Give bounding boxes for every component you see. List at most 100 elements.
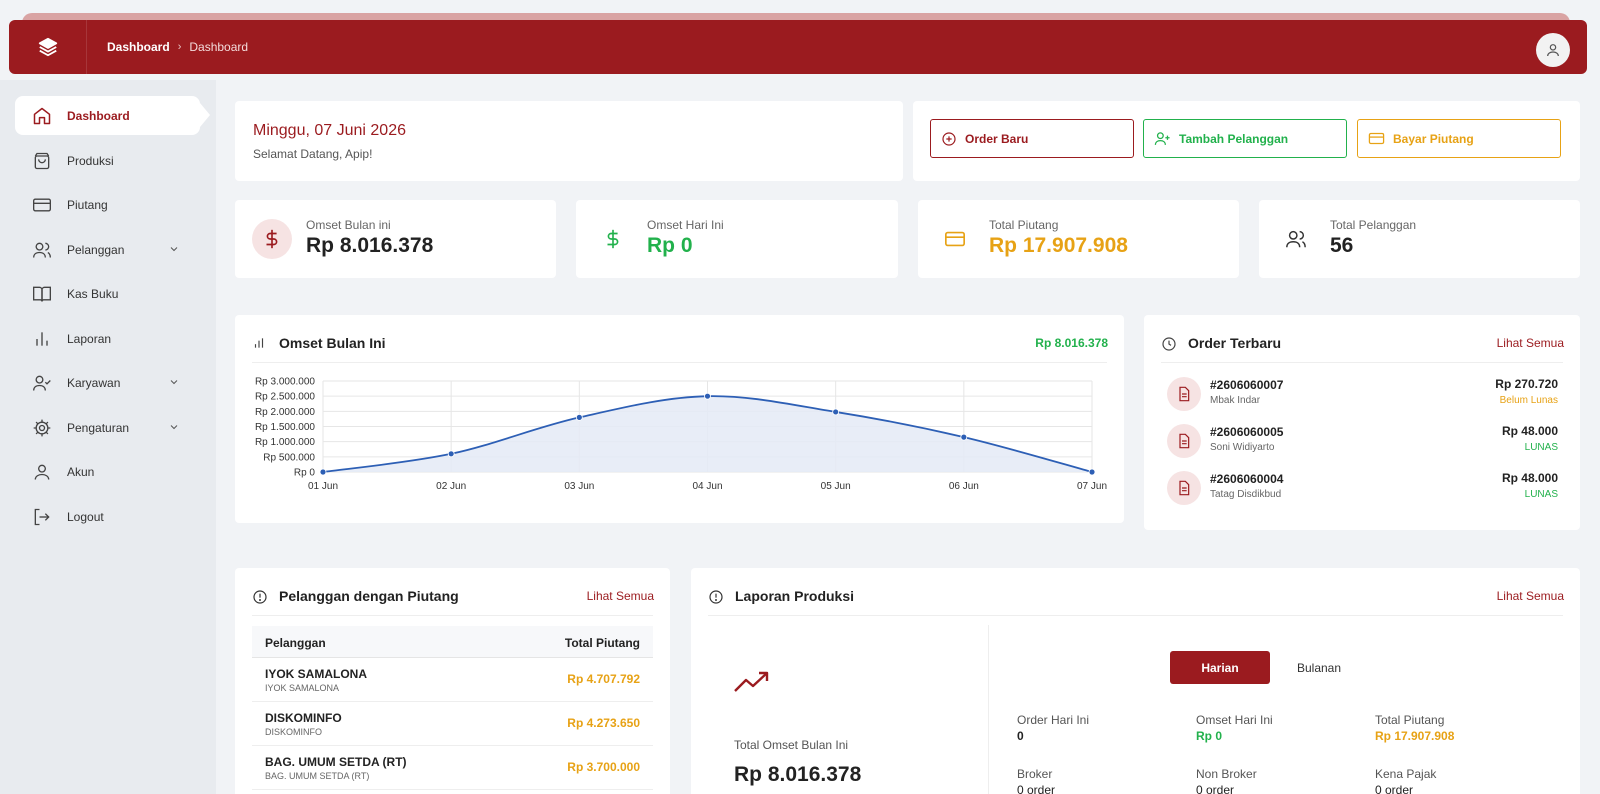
document-icon xyxy=(1167,424,1201,458)
chevron-down-icon[interactable] xyxy=(168,243,180,255)
current-date: Minggu, 07 Juni 2026 xyxy=(253,122,406,139)
data-point xyxy=(704,392,711,400)
stat-value: Rp 8.016.378 xyxy=(306,234,434,257)
debtors-view-all-link[interactable]: Lihat Semua xyxy=(587,589,654,603)
clock-icon xyxy=(1162,337,1176,351)
user-avatar[interactable] xyxy=(1536,33,1570,67)
x-tick-label: 01 Jun xyxy=(308,481,338,492)
customer-sub: DISKOMINFO xyxy=(265,727,323,737)
book-open-icon xyxy=(31,283,53,305)
divider xyxy=(708,615,1563,616)
quick-actions-card: Order Baru Tambah Pelanggan Bayar Piutan… xyxy=(913,101,1580,181)
sidebar-item-karyawan[interactable]: Karyawan xyxy=(15,363,200,402)
y-tick-label: Rp 0 xyxy=(294,468,316,479)
sidebar-item-label: Dashboard xyxy=(67,108,130,123)
sidebar-item-laporan[interactable]: Laporan xyxy=(15,319,200,358)
breadcrumb-current: Dashboard xyxy=(189,40,249,54)
bayar-piutang-button[interactable]: Bayar Piutang xyxy=(1357,119,1561,158)
sidebar-item-label: Produksi xyxy=(67,153,114,168)
omset-chart-card: Omset Bulan Ini Rp 8.016.378 Rp 3.000.00… xyxy=(235,315,1124,523)
sidebar-item-produksi[interactable]: Produksi xyxy=(15,141,200,180)
sidebar-item-label: Piutang xyxy=(67,197,108,212)
alert-circle-icon xyxy=(253,590,267,604)
chevron-down-icon[interactable] xyxy=(168,421,180,433)
order-id: #2606060005 xyxy=(1210,425,1284,439)
chevron-right-icon: › xyxy=(177,41,182,53)
layers-logo-icon[interactable] xyxy=(9,20,87,74)
tab-harian[interactable]: Harian xyxy=(1170,651,1270,684)
order-customer: Soni Widiyarto xyxy=(1210,442,1275,453)
production-view-all-link[interactable]: Lihat Semua xyxy=(1497,589,1564,603)
sidebar-item-label: Akun xyxy=(67,464,95,479)
sidebar-item-akun[interactable]: Akun xyxy=(15,452,200,491)
divider xyxy=(252,615,653,616)
top-navbar: Dashboard › Dashboard xyxy=(9,20,1587,74)
data-point xyxy=(1088,468,1096,476)
sidebar-item-label: Laporan xyxy=(67,331,112,346)
x-tick-label: 05 Jun xyxy=(821,481,851,492)
table-row[interactable]: DISKOMINFO DISKOMINFO Rp 4.273.650 xyxy=(252,702,653,746)
table-row[interactable]: BAG. UMUM SETDA (RT) BAG. UMUM SETDA (RT… xyxy=(252,746,653,790)
stat-card-omset-hari: Omset Hari Ini Rp 0 xyxy=(576,200,898,278)
order-baru-label: Order Baru xyxy=(965,131,1029,146)
tambah-pelanggan-button[interactable]: Tambah Pelanggan xyxy=(1143,119,1347,158)
stat-value: Rp 17.907.908 xyxy=(989,234,1128,257)
stat-label: Total Pelanggan xyxy=(1330,218,1417,232)
dollar-icon xyxy=(593,219,633,259)
alert-circle-icon xyxy=(709,590,723,604)
order-item[interactable]: #2606060005 Soni Widiyarto Rp 48.000 LUN… xyxy=(1167,422,1558,462)
sidebar-item-pengaturan[interactable]: Pengaturan xyxy=(15,408,200,447)
order-status: Belum Lunas xyxy=(1499,395,1558,406)
sidebar-item-label: Pelanggan xyxy=(67,242,125,257)
order-baru-button[interactable]: Order Baru xyxy=(930,119,1134,158)
dollar-icon xyxy=(252,219,292,259)
sidebar-item-pelanggan[interactable]: Pelanggan xyxy=(15,230,200,269)
welcome-message: Selamat Datang, Apip! xyxy=(253,147,373,161)
customer-name: DISKOMINFO xyxy=(265,711,342,725)
y-tick-label: Rp 1.000.000 xyxy=(255,437,315,448)
sidebar-item-logout[interactable]: Logout xyxy=(15,497,200,536)
sidebar-item-label: Kas Buku xyxy=(67,286,119,301)
y-tick-label: Rp 1.500.000 xyxy=(255,422,315,433)
stat-card-total-pelanggan: Total Pelanggan 56 xyxy=(1259,200,1580,278)
tab-bulanan[interactable]: Bulanan xyxy=(1274,651,1364,684)
order-item[interactable]: #2606060007 Mbak Indar Rp 270.720 Belum … xyxy=(1167,375,1558,415)
chevron-down-icon[interactable] xyxy=(168,376,180,388)
metric-label: Total Piutang xyxy=(1375,713,1445,727)
divider xyxy=(252,362,1107,363)
plus-circle-icon xyxy=(941,131,957,147)
sidebar-item-label: Karyawan xyxy=(67,375,121,390)
breadcrumb-root[interactable]: Dashboard xyxy=(107,40,170,54)
customer-sub: IYOK SAMALONA xyxy=(265,683,340,693)
orders-view-all-link[interactable]: Lihat Semua xyxy=(1497,336,1564,350)
stat-value: 56 xyxy=(1330,234,1354,257)
metric-label: Omset Hari Ini xyxy=(1196,713,1273,727)
data-point xyxy=(575,414,583,421)
total-omset-label: Total Omset Bulan Ini xyxy=(734,738,849,752)
home-icon xyxy=(31,105,53,127)
sidebar-item-kas-buku[interactable]: Kas Buku xyxy=(15,274,200,313)
order-id: #2606060004 xyxy=(1210,472,1284,486)
order-amount: Rp 48.000 xyxy=(1501,471,1558,485)
metric-value: 0 order xyxy=(1017,783,1056,794)
order-id: #2606060007 xyxy=(1210,378,1284,392)
sidebar-item-label: Pengaturan xyxy=(67,420,130,435)
credit-card-icon xyxy=(31,194,53,216)
metric-value: 0 order xyxy=(1375,783,1414,794)
debt-amount: Rp 4.273.650 xyxy=(567,716,640,730)
sidebar-item-piutang[interactable]: Piutang xyxy=(15,185,200,224)
order-amount: Rp 270.720 xyxy=(1495,377,1558,391)
bar-chart-icon xyxy=(254,338,264,348)
debt-amount: Rp 4.707.792 xyxy=(567,672,640,686)
stat-card-omset-bulan: Omset Bulan ini Rp 8.016.378 xyxy=(235,200,556,278)
stat-value: Rp 0 xyxy=(647,234,693,257)
metric-label: Broker xyxy=(1017,767,1053,781)
table-row[interactable]: IYOK SAMALONA IYOK SAMALONA Rp 4.707.792 xyxy=(252,658,653,702)
sidebar-item-dashboard[interactable]: Dashboard xyxy=(15,96,200,135)
credit-card-icon xyxy=(1368,130,1385,147)
table-header: Pelanggan Total Piutang xyxy=(252,626,653,658)
stat-card-total-piutang: Total Piutang Rp 17.907.908 xyxy=(918,200,1239,278)
data-point xyxy=(447,450,455,458)
debtors-title: Pelanggan dengan Piutang xyxy=(279,588,459,604)
order-item[interactable]: #2606060004 Tatag Disdikbud Rp 48.000 LU… xyxy=(1167,469,1558,509)
